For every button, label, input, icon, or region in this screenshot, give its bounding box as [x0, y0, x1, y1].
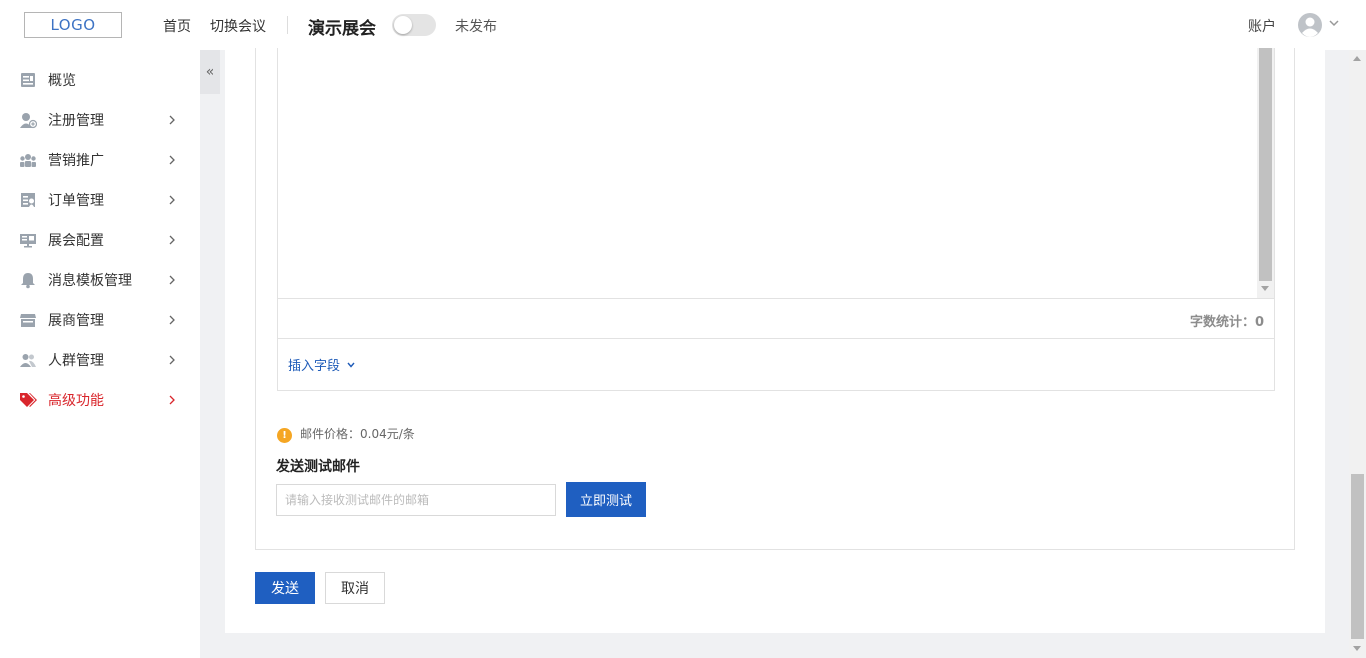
email-price: 邮件价格：0.04元/条 — [300, 427, 415, 441]
page-scrollbar-thumb[interactable] — [1351, 474, 1364, 639]
scroll-down-arrow-icon[interactable] — [1261, 286, 1269, 291]
sidebar-item-registration[interactable]: 注册管理 — [0, 100, 200, 140]
chevron-down-icon[interactable] — [1328, 17, 1340, 29]
sidebar-item-orders[interactable]: 订单管理 — [0, 180, 200, 220]
test-email-input[interactable] — [276, 484, 556, 516]
scroll-down-arrow-icon[interactable] — [1353, 646, 1361, 651]
sidebar-item-exhibitors[interactable]: 展商管理 — [0, 300, 200, 340]
sidebar-collapse-button[interactable]: « — [200, 50, 220, 94]
logo[interactable]: LOGO — [24, 12, 122, 38]
sidebar-item-label: 订单管理 — [48, 193, 104, 209]
insert-field-dropdown[interactable]: 插入字段 — [288, 355, 356, 374]
account-label[interactable]: 账户 — [1248, 16, 1276, 36]
overview-icon — [21, 73, 35, 87]
sidebar-item-marketing[interactable]: 营销推广 — [0, 140, 200, 180]
chevron-right-icon — [169, 155, 175, 165]
chevron-right-icon — [169, 315, 175, 325]
scroll-up-arrow-icon[interactable] — [1353, 56, 1361, 61]
test-now-button[interactable]: 立即测试 — [566, 482, 646, 517]
sidebar-item-label: 展商管理 — [48, 313, 104, 329]
user-circle-icon[interactable] — [1297, 12, 1323, 38]
sidebar-item-message-templates[interactable]: 消息模板管理 — [0, 260, 200, 300]
sidebar-item-label: 注册管理 — [48, 113, 104, 129]
nav-divider — [287, 16, 288, 34]
chevron-right-icon — [169, 235, 175, 245]
chevron-right-icon — [169, 115, 175, 125]
sidebar-item-label: 消息模板管理 — [48, 273, 132, 289]
tags-icon — [20, 393, 37, 407]
nav-switch-meeting-link[interactable]: 切换会议 — [210, 16, 266, 36]
monitor-icon — [20, 234, 36, 248]
sidebar-item-overview[interactable]: 概览 — [0, 60, 200, 100]
page-scrollbar[interactable] — [1349, 50, 1366, 658]
sidebar-item-label: 人群管理 — [48, 353, 104, 369]
sidebar: 概览 注册管理 营销推广 订单管理 展会配置 消息模板管理 展商管理 人群管理 … — [0, 50, 200, 658]
warning-icon: ! — [277, 428, 292, 443]
sidebar-item-advanced[interactable]: 高级功能 — [0, 380, 200, 420]
chevron-right-icon — [169, 355, 175, 365]
publish-status: 未发布 — [455, 19, 497, 35]
cancel-button[interactable]: 取消 — [325, 572, 385, 604]
publish-toggle[interactable] — [392, 14, 436, 36]
word-count: 字数统计：0 — [1189, 315, 1264, 330]
people-group-icon — [20, 154, 36, 167]
order-icon — [21, 193, 35, 207]
chevron-right-icon — [169, 195, 175, 205]
sidebar-item-label: 高级功能 — [48, 393, 104, 409]
crowd-icon — [20, 354, 36, 367]
rich-text-editor: 字数统计：0 插入字段 — [277, 48, 1275, 391]
bell-icon — [21, 273, 35, 289]
word-count-bar: 字数统计：0 — [278, 298, 1274, 339]
editor-scrollbar-thumb[interactable] — [1259, 48, 1272, 281]
sidebar-item-label: 展会配置 — [48, 233, 104, 249]
user-register-icon — [20, 113, 37, 129]
sidebar-item-exhibition-config[interactable]: 展会配置 — [0, 220, 200, 260]
toggle-knob — [394, 16, 412, 34]
send-button[interactable]: 发送 — [255, 572, 315, 604]
nav-home-link[interactable]: 首页 — [163, 16, 191, 36]
price-row: ! 邮件价格：0.04元/条 — [277, 424, 415, 443]
editor-scrollbar[interactable] — [1257, 48, 1274, 298]
test-email-title: 发送测试邮件 — [276, 459, 360, 475]
sidebar-item-label: 营销推广 — [48, 153, 104, 169]
sidebar-item-crowds[interactable]: 人群管理 — [0, 340, 200, 380]
top-header: LOGO 首页 切换会议 演示展会 未发布 账户 — [0, 0, 1366, 50]
event-title: 演示展会 — [308, 19, 376, 39]
chevron-down-icon — [347, 362, 355, 368]
store-icon — [20, 314, 36, 327]
main-card: 字数统计：0 插入字段 ! 邮件价格：0.04元/条 发送测试邮件 立即测试 发… — [225, 48, 1325, 633]
sidebar-item-label: 概览 — [48, 73, 76, 89]
editor-content-area[interactable] — [278, 48, 1274, 298]
chevron-right-icon — [169, 275, 175, 285]
insert-field-label: 插入字段 — [288, 359, 341, 374]
chevron-right-icon — [169, 395, 175, 405]
email-form-box: 字数统计：0 插入字段 ! 邮件价格：0.04元/条 发送测试邮件 立即测试 — [255, 48, 1295, 550]
